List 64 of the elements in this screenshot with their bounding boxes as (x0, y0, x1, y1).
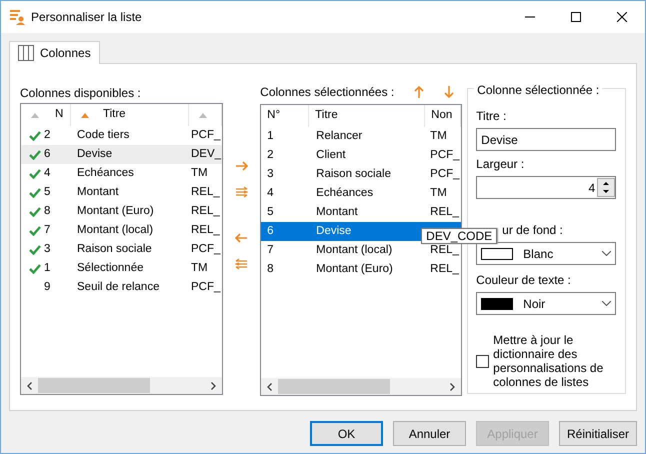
column-header[interactable]: Titre (71, 104, 189, 126)
field-label: Couleur de texte : (476, 272, 572, 289)
field-label: Titre : (476, 108, 508, 125)
checkmark-icon (29, 168, 41, 178)
dialog-button[interactable]: Annuler (393, 421, 466, 446)
columns-icon (18, 45, 34, 61)
width-spinner[interactable]: 4 (476, 176, 616, 199)
checkmark-icon (29, 244, 41, 254)
list-row[interactable]: 1 Relancer TM (261, 127, 462, 146)
dialog-button[interactable]: Réinitialiser (559, 421, 637, 446)
checkmark-icon (29, 206, 41, 216)
column-header[interactable]: N° (261, 105, 310, 127)
list-row[interactable]: 7 Montant (local) REL_ (261, 241, 462, 260)
list-label: Colonnes disponibles : (20, 85, 142, 100)
scroll-right-icon[interactable] (211, 382, 216, 390)
column-header[interactable]: Non (425, 105, 462, 127)
move-up-arrow-icon[interactable] (414, 86, 424, 98)
scroll-right-icon[interactable] (450, 382, 456, 390)
checkmark-icon (29, 188, 41, 198)
list-row[interactable]: 6 Devise DEV_ (21, 145, 222, 164)
list-row[interactable]: 5 Montant REL_ (261, 203, 462, 222)
checkmark-icon (29, 264, 41, 274)
tooltip: DEV_CODE (421, 228, 498, 244)
list-row[interactable]: 8 Montant (Euro) REL_ (21, 202, 222, 221)
list-row[interactable]: 4 Echéances TM (21, 164, 222, 183)
remove-arrow-icon[interactable] (235, 232, 248, 244)
scroll-left-icon[interactable] (267, 382, 272, 390)
dialog-button[interactable]: OK (310, 421, 383, 446)
list-label: Colonnes sélectionnées : (260, 84, 394, 101)
list-row[interactable]: 8 Montant (Euro) REL_ (261, 260, 462, 279)
background-dropdown[interactable]: Blanc (476, 242, 616, 265)
field-label: Largeur : (476, 156, 526, 173)
scroll-left-icon[interactable] (27, 382, 32, 390)
remove-all-arrows-icon[interactable] (235, 258, 248, 270)
list-row[interactable]: 7 Montant (local) REL_ (21, 221, 222, 240)
checkbox-label: Mettre à jour le dictionnaire des personnalisations de colonnes de listes (493, 333, 604, 389)
maximize-icon[interactable] (571, 12, 581, 22)
list-row[interactable]: 2 Code tiers PCF_ (21, 126, 222, 145)
add-arrow-icon[interactable] (235, 160, 248, 172)
list-row[interactable]: 4 Echéances TM (261, 184, 462, 203)
checkmark-icon (29, 150, 41, 160)
list-row[interactable]: 3 Raison sociale PCF_ (21, 240, 222, 259)
list-row[interactable]: 5 Montant REL_ (21, 183, 222, 202)
checkmark-icon (29, 226, 41, 236)
scrollbar-thumb[interactable] (278, 379, 390, 394)
title-field[interactable]: Devise (476, 128, 616, 151)
scrollbar-thumb[interactable] (38, 378, 150, 393)
checkbox[interactable] (476, 354, 490, 368)
close-icon[interactable] (617, 12, 627, 22)
app-icon (9, 9, 25, 25)
move-down-arrow-icon[interactable] (444, 86, 454, 98)
add-all-arrows-icon[interactable] (235, 186, 248, 198)
list-row[interactable]: 9 Seuil de relance PCF_ (21, 278, 222, 297)
chevron-down-icon (602, 301, 612, 306)
text-color-dropdown[interactable]: Noir (476, 292, 616, 315)
checkmark-icon (29, 130, 41, 140)
window-title: Personnaliser la liste (31, 9, 142, 26)
column-header[interactable]: N (21, 104, 71, 126)
list-row[interactable]: 3 Raison sociale PCF_ (261, 165, 462, 184)
tab[interactable]: Colonnes (9, 41, 100, 64)
column-header[interactable]: Titre (309, 105, 426, 127)
list-row[interactable]: 2 Client PCF_ (261, 146, 462, 165)
chevron-down-icon (602, 251, 612, 256)
list-row[interactable]: 1 Sélectionnée TM (21, 259, 222, 278)
